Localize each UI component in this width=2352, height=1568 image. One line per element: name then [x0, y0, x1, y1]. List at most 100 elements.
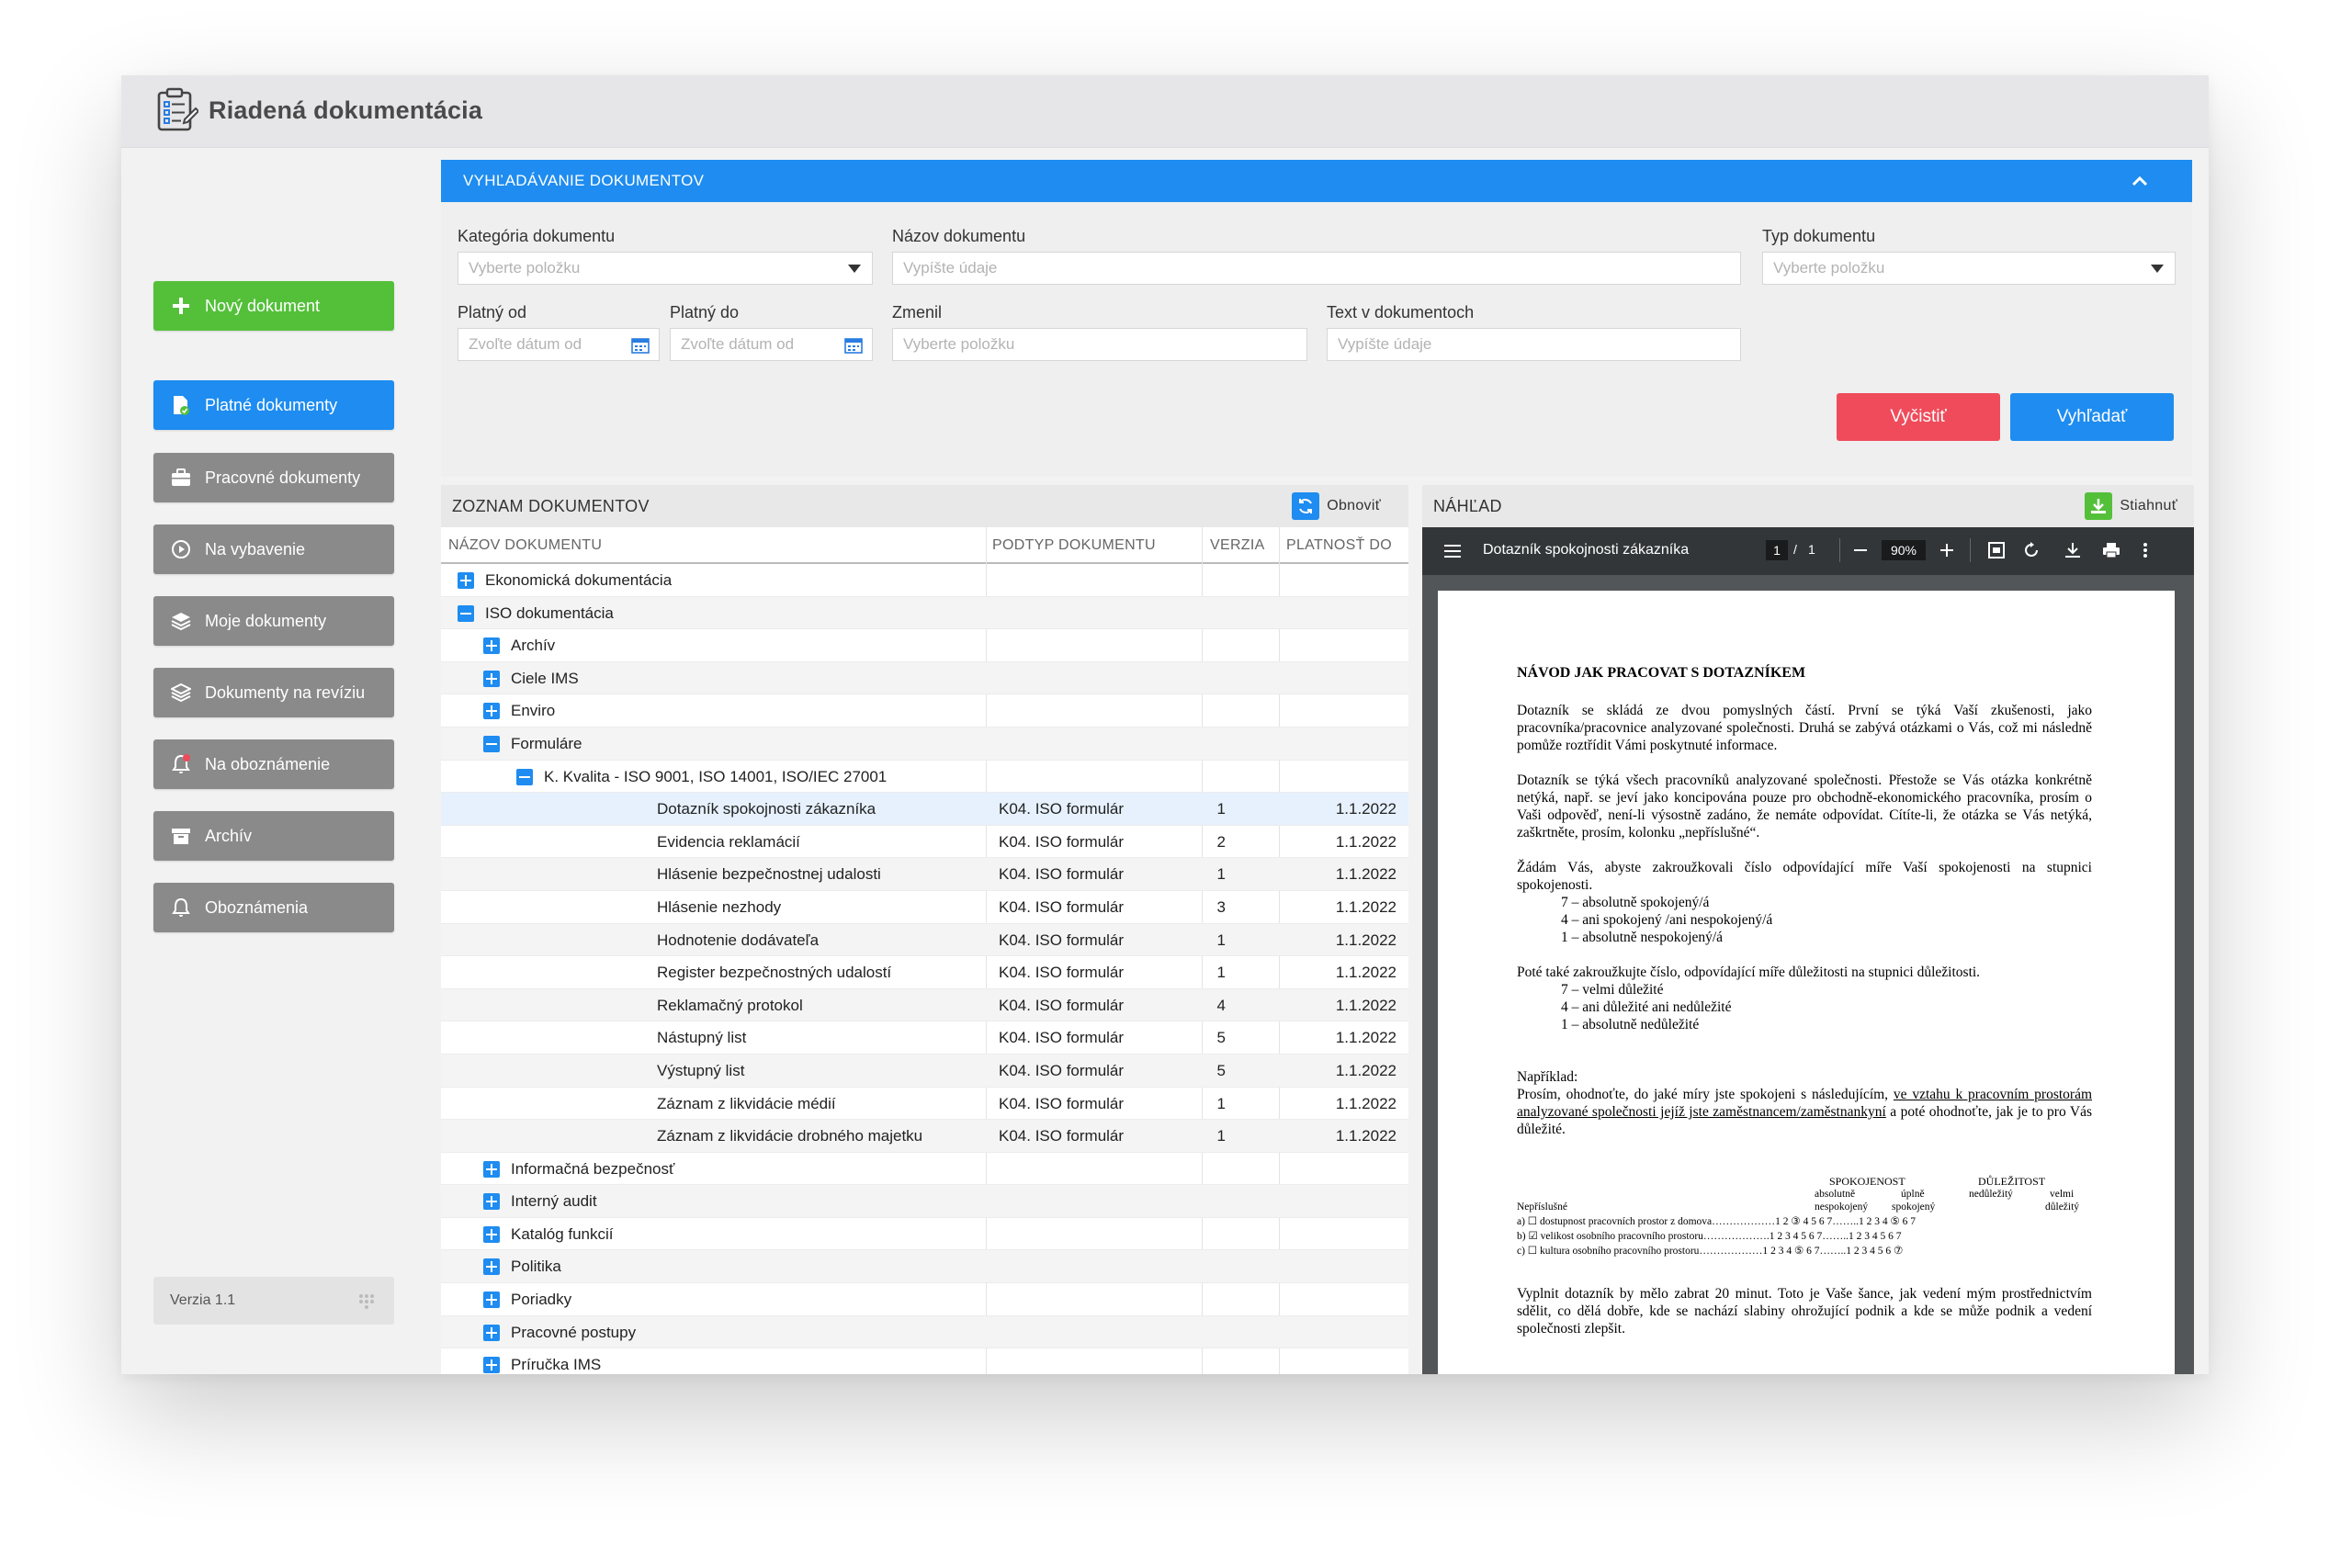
column-valid-to[interactable]: PLATNOSŤ DO [1286, 537, 1392, 554]
preview-panel: NÁHĽAD Stiahnuť Dotazník spokojnosti zák… [1422, 485, 2194, 1374]
expand-plus-icon[interactable] [483, 1225, 500, 1243]
collapse-minus-icon[interactable] [458, 604, 474, 622]
tree-folder-row[interactable]: Archív [441, 629, 1408, 662]
tree-folder-row[interactable]: Príručka IMS [441, 1348, 1408, 1374]
column-subtype[interactable]: PODTYP DOKUMENTU [992, 537, 1156, 554]
calendar-icon[interactable] [631, 336, 650, 354]
expand-plus-icon[interactable] [483, 1258, 500, 1276]
menu-icon[interactable] [1444, 544, 1461, 558]
document-name-input[interactable]: Vypíšte údaje [892, 252, 1741, 285]
clear-button[interactable]: Vyčistiť [1837, 393, 2000, 441]
table-row[interactable]: Dotazník spokojnosti zákazníka K04. ISO f… [441, 793, 1408, 826]
tree-folder-row[interactable]: ISO dokumentácia [441, 596, 1408, 630]
table-row[interactable]: Záznam z likvidácie médií K04. ISO formul… [441, 1088, 1408, 1121]
doc-table-cell: kultura osobního pracovního prostoru…………… [1540, 1246, 1769, 1257]
changed-by-select[interactable]: Vyberte položku [892, 328, 1307, 361]
valid-to-date-input[interactable]: Zvoľte dátum od [670, 328, 873, 361]
print-icon[interactable] [2102, 542, 2120, 558]
search-header[interactable]: VYHĽADÁVANIE DOKUMENTOV [441, 160, 2192, 202]
doc-example: Prosím, ohodnoťte, do jaké míry jste spo… [1517, 1086, 2092, 1138]
zoom-out-icon[interactable] [1854, 549, 1867, 552]
row-name: Pracovné postupy [511, 1323, 637, 1341]
rotate-icon[interactable] [2023, 542, 2040, 558]
table-row[interactable]: Reklamačný protokol K04. ISO formulár 4 1.1… [441, 988, 1408, 1022]
refresh-button[interactable]: Obnoviť [1292, 492, 1381, 520]
page-input[interactable]: 1 [1766, 540, 1788, 560]
document-type-select[interactable]: Vyberte položku [1762, 252, 2176, 285]
search-button[interactable]: Vyhľadať [2010, 393, 2174, 441]
doc-table-cell: 2 3 4 ⑤ 6 7 [1866, 1216, 1917, 1227]
sidebar-item-to-handle[interactable]: Na vybavenie [153, 525, 394, 574]
zoom-input[interactable]: 90% [1882, 540, 1926, 560]
expand-plus-icon[interactable] [483, 1357, 500, 1374]
calendar-icon[interactable] [844, 336, 863, 354]
tree-folder-row[interactable]: Pracovné postupy [441, 1315, 1408, 1349]
row-version: 1 [1216, 1094, 1226, 1112]
fulltext-input[interactable]: Vypíšte údaje [1327, 328, 1741, 361]
table-row[interactable]: Register bezpečnostných udalostí K04. ISO… [441, 956, 1408, 989]
sidebar-item-label: Oboznámenia [205, 897, 309, 917]
sidebar-item-label: Na vybavenie [205, 539, 306, 558]
row-valid-to: 1.1.2022 [1335, 1029, 1396, 1047]
tree-folder-row[interactable]: K. Kvalita - ISO 9001, ISO 14001, ISO/IE… [441, 761, 1408, 794]
tree-folder-row[interactable]: Enviro [441, 694, 1408, 728]
doc-list-item: 1 – absolutně nespokojený/á [1561, 930, 1724, 945]
expand-plus-icon[interactable] [458, 572, 474, 589]
chevron-up-icon[interactable] [2130, 171, 2150, 191]
new-document-button[interactable]: Nový dokument [153, 281, 394, 331]
table-row[interactable]: Evidencia reklamácií K04. ISO formulár 2 1.… [441, 826, 1408, 859]
doc-list-item: 4 – ani důležité ani nedůležité [1561, 999, 1732, 1015]
pdf-page: NÁVOD JAK PRACOVAT S DOTAZNÍKEM Dotazník… [1438, 591, 2175, 1374]
expand-plus-icon[interactable] [483, 1193, 500, 1211]
sidebar-item-acknowledgements[interactable]: Oboznámenia [153, 883, 394, 932]
column-name[interactable]: NÁZOV DOKUMENTU [448, 537, 602, 554]
expand-plus-icon[interactable] [483, 703, 500, 720]
collapse-minus-icon[interactable] [483, 735, 500, 752]
valid-from-date-input[interactable]: Zvoľte dátum od [458, 328, 660, 361]
category-select[interactable]: Vyberte položku [458, 252, 873, 285]
download-button[interactable]: Stiahnuť [2085, 492, 2177, 520]
table-row[interactable]: Nástupný list K04. ISO formulár 5 1.1.2022 [441, 1021, 1408, 1055]
pdf-viewport[interactable]: NÁVOD JAK PRACOVAT S DOTAZNÍKEM Dotazník… [1422, 575, 2194, 1374]
row-name: Ekonomická dokumentácia [485, 571, 673, 589]
expand-plus-icon[interactable] [483, 670, 500, 687]
app-window: Riadená dokumentácia Nový dokument Platn… [121, 75, 2209, 1374]
fit-page-icon[interactable] [1988, 542, 2005, 558]
tree-folder-row[interactable]: Ciele IMS [441, 661, 1408, 695]
column-version[interactable]: VERZIA [1210, 537, 1265, 554]
sidebar-item-archive[interactable]: Archív [153, 811, 394, 861]
doc-paragraph: Vyplnit dotazník by mělo zabrat 20 minut… [1517, 1286, 2092, 1337]
tree-folder-row[interactable]: Informačná bezpečnosť [441, 1153, 1408, 1186]
row-name: Výstupný list [657, 1061, 745, 1079]
tree-folder-row[interactable]: Poriadky [441, 1283, 1408, 1316]
tree-folder-row[interactable]: Ekonomická dokumentácia [441, 564, 1408, 597]
expand-plus-icon[interactable] [483, 637, 500, 655]
table-row[interactable]: Záznam z likvidácie drobného majetku K04.… [441, 1120, 1408, 1153]
doc-example-label: Například: [1517, 1069, 1578, 1085]
table-row[interactable]: Výstupný list K04. ISO formulár 5 1.1.2022 [441, 1054, 1408, 1088]
tree-folder-row[interactable]: Politika [441, 1250, 1408, 1284]
tree-folder-row[interactable]: Formuláre [441, 727, 1408, 761]
expand-plus-icon[interactable] [483, 1324, 500, 1341]
pdf-download-icon[interactable] [2065, 542, 2080, 558]
tree-folder-row[interactable]: Interný audit [441, 1185, 1408, 1218]
sidebar-item-working-documents[interactable]: Pracovné dokumenty [153, 453, 394, 502]
table-row[interactable]: Hlásenie nezhody K04. ISO formulár 3 1.1.20… [441, 891, 1408, 924]
doc-table-cell: 2 3 4 5 6 7 [1856, 1231, 1902, 1242]
sidebar-item-to-acknowledge[interactable]: Na oboznámenie [153, 739, 394, 789]
tree-folder-row[interactable]: Katalóg funkcií [441, 1218, 1408, 1251]
sidebar-item-documents-for-review[interactable]: Dokumenty na revíziu [153, 668, 394, 717]
row-name: ISO dokumentácia [485, 604, 614, 622]
table-row[interactable]: Hlásenie bezpečnostnej udalosti K04. ISO … [441, 858, 1408, 891]
expand-plus-icon[interactable] [483, 1292, 500, 1309]
more-vertical-icon[interactable] [2143, 542, 2148, 558]
sidebar-item-valid-documents[interactable]: Platné dokumenty [153, 380, 394, 430]
zoom-in-icon[interactable] [1940, 544, 1953, 557]
collapse-minus-icon[interactable] [516, 768, 533, 785]
sidebar-item-my-documents[interactable]: Moje dokumenty [153, 596, 394, 646]
expand-plus-icon[interactable] [483, 1160, 500, 1178]
category-placeholder: Vyberte položku [469, 259, 581, 276]
row-name: Register bezpečnostných udalostí [657, 964, 892, 982]
doc-table-row: a) ☐ dostupnost pracovních prostor z dom… [1517, 1215, 1916, 1228]
table-row[interactable]: Hodnotenie dodávateľa K04. ISO formulár 1 1… [441, 923, 1408, 957]
